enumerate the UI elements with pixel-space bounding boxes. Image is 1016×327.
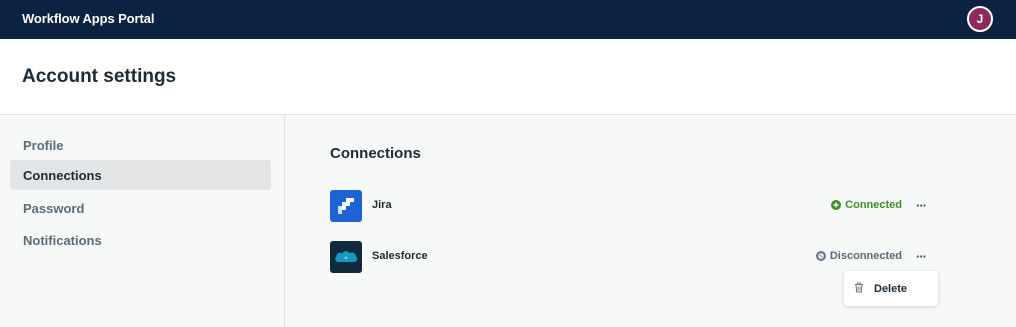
sidebar-item-notifications[interactable]: Notifications <box>10 225 271 255</box>
plus-circle-icon <box>831 200 842 210</box>
connection-name: Jira <box>372 199 392 211</box>
connection-status: Connected <box>831 199 902 211</box>
sidebar-item-password[interactable]: Password <box>10 193 271 223</box>
menu-item-label: Delete <box>874 282 908 295</box>
sidebar-item-connections[interactable]: Connections <box>10 160 271 190</box>
connection-status-label: Disconnected <box>829 250 902 262</box>
connection-row-jira: Jira Connected ··· <box>330 190 940 222</box>
user-avatar[interactable]: J <box>967 6 993 32</box>
salesforce-logo-icon: sf <box>330 241 362 273</box>
top-bar: Workflow Apps Portal J <box>0 0 1016 39</box>
connection-row-salesforce: sf Salesforce Disconnected ··· <box>330 241 940 273</box>
sidebar: Profile Connections Password Notificatio… <box>0 115 285 327</box>
connection-status: Disconnected <box>815 250 902 262</box>
page-title: Account settings <box>22 66 177 87</box>
jira-logo-icon <box>330 190 362 222</box>
more-options-button[interactable]: ··· <box>912 196 930 214</box>
connection-name: Salesforce <box>372 250 428 262</box>
menu-item-delete[interactable]: Delete <box>844 271 938 306</box>
app-title[interactable]: Workflow Apps Portal <box>22 11 154 26</box>
section-title: Connections <box>330 145 421 162</box>
more-options-button[interactable]: ··· <box>912 247 930 265</box>
sidebar-item-profile[interactable]: Profile <box>10 130 271 160</box>
blocked-circle-icon <box>815 251 826 261</box>
page-header: Account settings <box>0 39 1016 115</box>
connection-actions-menu: Delete <box>844 271 938 306</box>
connection-status-label: Connected <box>845 199 902 211</box>
trash-icon <box>854 282 864 296</box>
